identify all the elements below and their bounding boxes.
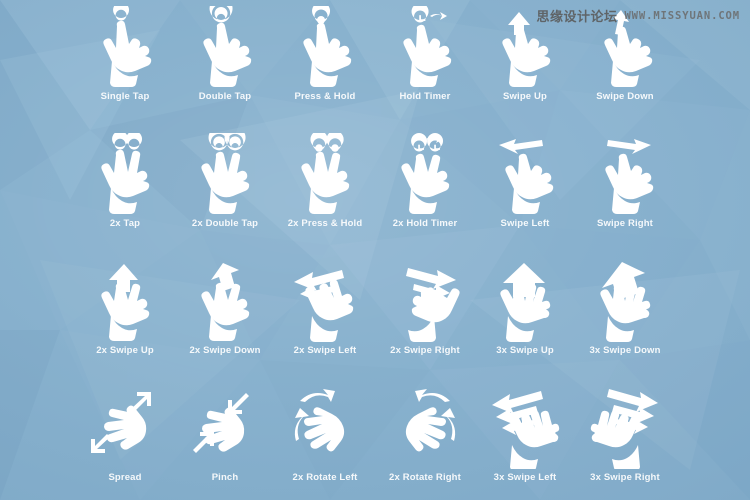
gesture-cell[interactable]: Swipe Left	[475, 133, 575, 260]
hand-two-finger-tap-icon	[86, 133, 164, 215]
hand-pinch-spread-icon	[86, 387, 164, 469]
gesture-label: 2x Swipe Down	[189, 345, 261, 356]
gesture-cell[interactable]: 2x Double Tap	[175, 133, 275, 260]
watermark: 思缘设计论坛 WWW.MISSYUAN.COM	[536, 6, 740, 26]
hand-two-finger-double-tap-icon	[186, 133, 264, 215]
hand-one-finger-press-hold-icon	[286, 6, 364, 88]
hand-one-finger-hold-timer-icon	[386, 6, 464, 88]
gesture-label: 2x Double Tap	[191, 218, 259, 229]
gesture-cell[interactable]: Press & Hold	[275, 6, 375, 133]
gesture-label: 3x Swipe Down	[589, 345, 661, 356]
gesture-cell[interactable]: Pinch	[175, 387, 275, 500]
gesture-cell[interactable]: 2x Press & Hold	[275, 133, 375, 260]
hand-two-finger-swipe-right-icon	[386, 260, 464, 342]
gesture-label: Swipe Up	[503, 91, 547, 102]
gesture-label: 2x Swipe Left	[293, 345, 357, 356]
gesture-label: Double Tap	[198, 91, 252, 102]
hand-two-finger-swipe-down-icon	[186, 260, 264, 342]
hand-two-finger-swipe-up-icon	[86, 260, 164, 342]
hand-two-finger-hold-timer-icon	[386, 133, 464, 215]
hand-three-finger-swipe-left-icon	[486, 387, 564, 469]
hand-one-finger-swipe-left-icon	[486, 133, 564, 215]
gesture-cell[interactable]: Hold Timer	[375, 6, 475, 133]
gesture-cell[interactable]: 2x Swipe Down	[175, 260, 275, 387]
gesture-label: 2x Press & Hold	[287, 218, 363, 229]
gesture-label: 3x Swipe Left	[493, 472, 557, 483]
gesture-label: 2x Swipe Up	[96, 345, 154, 356]
gesture-cell[interactable]: Swipe Up	[475, 6, 575, 133]
gesture-label: 2x Tap	[109, 218, 141, 229]
hand-one-finger-tap-icon	[86, 6, 164, 88]
gesture-cell[interactable]: Spread	[75, 387, 175, 500]
gesture-cell[interactable]: 2x Hold Timer	[375, 133, 475, 260]
gesture-cell[interactable]: 3x Swipe Right	[575, 387, 675, 500]
gesture-label: Hold Timer	[399, 91, 451, 102]
gesture-cell[interactable]: 2x Tap	[75, 133, 175, 260]
hand-three-finger-swipe-up-icon	[486, 260, 564, 342]
hand-one-finger-swipe-right-icon	[586, 133, 664, 215]
watermark-url-text: WWW.MISSYUAN.COM	[624, 9, 740, 22]
hand-one-finger-double-tap-icon	[186, 6, 264, 88]
hand-two-finger-rotate-left-icon	[286, 387, 364, 469]
gesture-icon-sheet: 思缘设计论坛 WWW.MISSYUAN.COM Single Tap Doubl…	[0, 0, 750, 500]
gesture-cell[interactable]: 2x Rotate Right	[375, 387, 475, 500]
gesture-cell[interactable]: 2x Swipe Up	[75, 260, 175, 387]
hand-three-finger-swipe-down-icon	[586, 260, 664, 342]
gesture-cell[interactable]: Swipe Down	[575, 6, 675, 133]
hand-two-finger-rotate-right-icon	[386, 387, 464, 469]
watermark-chinese-text: 思缘设计论坛	[536, 10, 618, 25]
gesture-label: 2x Swipe Right	[390, 345, 460, 356]
gesture-label: Spread	[108, 472, 142, 483]
hand-two-finger-swipe-left-icon	[286, 260, 364, 342]
gesture-label: 3x Swipe Right	[590, 472, 660, 483]
gesture-label: Swipe Right	[596, 218, 653, 229]
gesture-cell[interactable]: Double Tap	[175, 6, 275, 133]
hand-pinch-close-icon	[186, 387, 264, 469]
hand-three-finger-swipe-right-icon	[586, 387, 664, 469]
gesture-label: 3x Swipe Up	[496, 345, 554, 356]
gesture-cell[interactable]: Swipe Right	[575, 133, 675, 260]
gesture-label: 2x Rotate Right	[389, 472, 461, 483]
gesture-cell[interactable]: 3x Swipe Up	[475, 260, 575, 387]
gesture-cell[interactable]: 2x Swipe Left	[275, 260, 375, 387]
gesture-label: Pinch	[211, 472, 239, 483]
gesture-label: Press & Hold	[294, 91, 356, 102]
gesture-label: 2x Hold Timer	[392, 218, 458, 229]
gesture-label: Swipe Down	[596, 91, 654, 102]
gesture-label: Swipe Left	[500, 218, 550, 229]
gesture-cell[interactable]: 2x Swipe Right	[375, 260, 475, 387]
gesture-grid: Single Tap Double Tap Press & Hold Hold …	[0, 0, 750, 500]
gesture-label: 2x Rotate Left	[292, 472, 358, 483]
gesture-cell[interactable]: Single Tap	[75, 6, 175, 133]
gesture-label: Single Tap	[100, 91, 150, 102]
hand-two-finger-press-hold-icon	[286, 133, 364, 215]
gesture-cell[interactable]: 2x Rotate Left	[275, 387, 375, 500]
gesture-cell[interactable]: 3x Swipe Left	[475, 387, 575, 500]
gesture-cell[interactable]: 3x Swipe Down	[575, 260, 675, 387]
